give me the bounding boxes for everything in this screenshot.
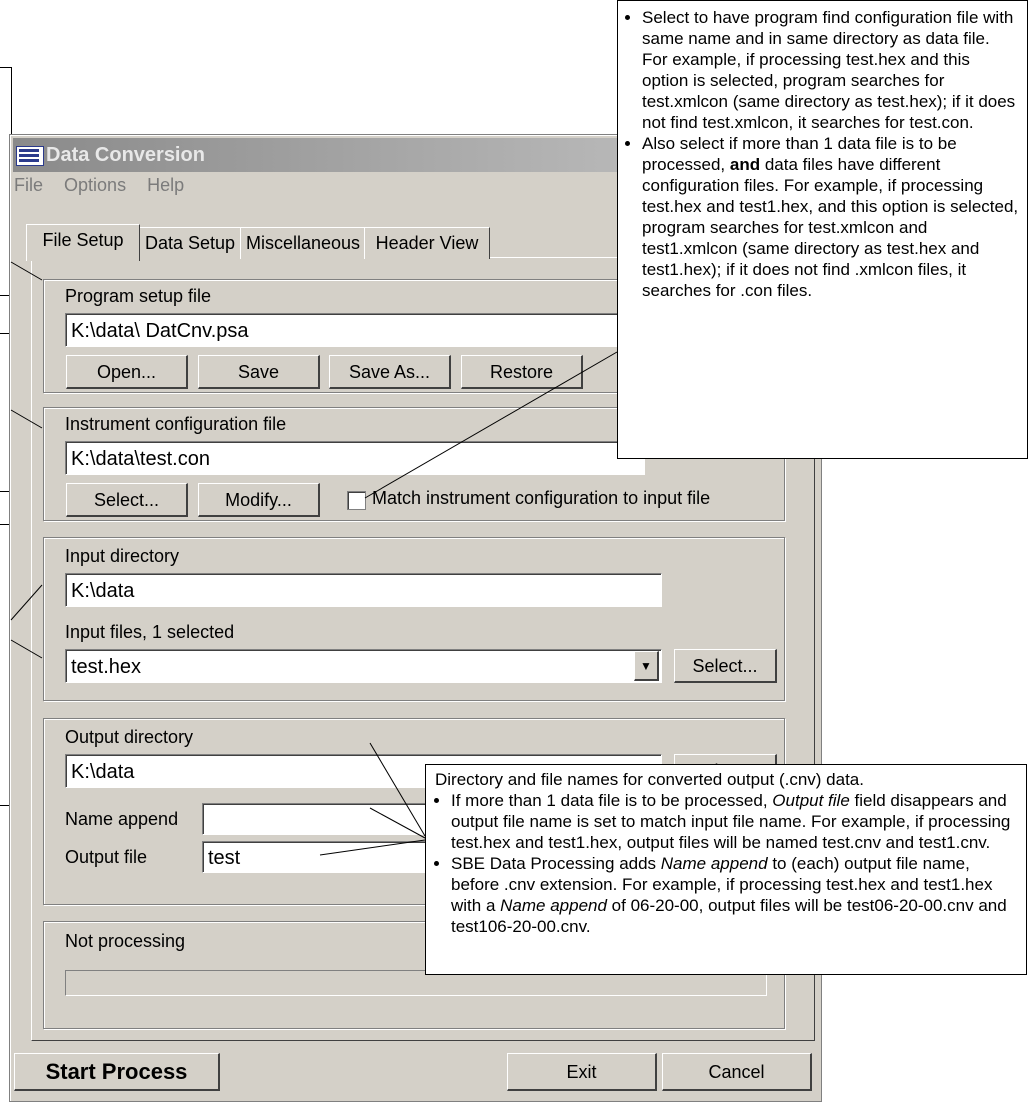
tab-file-setup[interactable]: File Setup	[26, 224, 140, 261]
callout-leader-lines	[10, 261, 618, 856]
